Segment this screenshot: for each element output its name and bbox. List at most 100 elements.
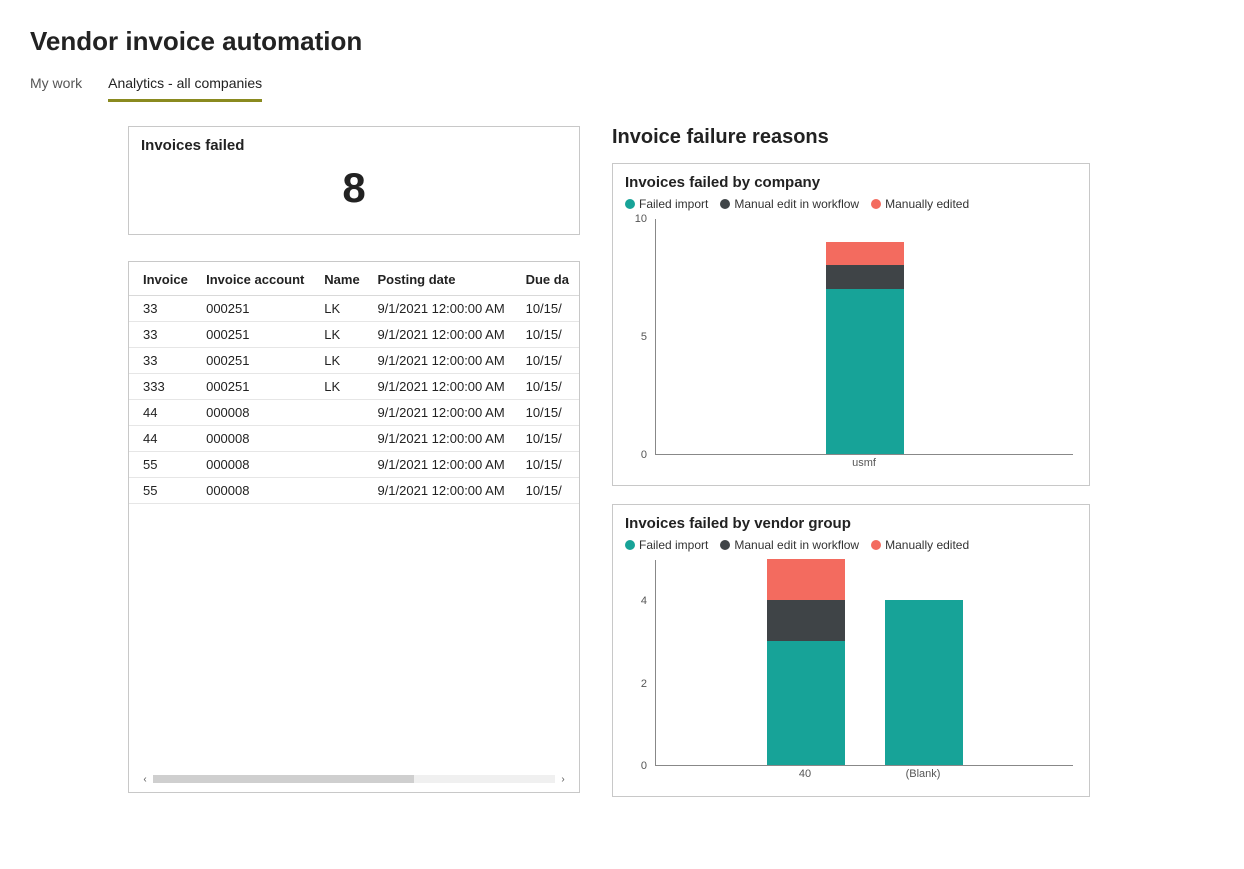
bar-segment[interactable] xyxy=(767,600,845,641)
table-row[interactable]: 44000008 9/1/2021 12:00:00 AM10/15/ xyxy=(129,400,579,426)
cell-invoice: 44 xyxy=(129,400,198,426)
legend-label: Manual edit in workflow xyxy=(734,197,859,211)
cell-due: 10/15/ xyxy=(518,452,579,478)
x-label: 40 xyxy=(766,768,844,786)
x-label: (Blank) xyxy=(884,768,962,786)
bar-stack[interactable] xyxy=(767,559,845,765)
table-row[interactable]: 55000008 9/1/2021 12:00:00 AM10/15/ xyxy=(129,478,579,504)
col-due-date[interactable]: Due da xyxy=(518,262,579,296)
table-horizontal-scrollbar[interactable]: ‹ › xyxy=(139,772,569,786)
chart-invoices-failed-by-company[interactable]: Invoices failed by company Failed import… xyxy=(612,163,1090,486)
legend-label: Manual edit in workflow xyxy=(734,538,859,552)
legend-manually-edited: Manually edited xyxy=(871,197,969,211)
chart-invoices-failed-by-vendor-group[interactable]: Invoices failed by vendor group Failed i… xyxy=(612,504,1090,797)
chart-plot-area: 0 5 10 usmf xyxy=(625,215,1077,475)
cell-due: 10/15/ xyxy=(518,478,579,504)
tab-bar: My work Analytics - all companies xyxy=(30,75,1214,102)
cell-invoice: 44 xyxy=(129,426,198,452)
bar-segment[interactable] xyxy=(826,289,904,454)
table-row[interactable]: 44000008 9/1/2021 12:00:00 AM10/15/ xyxy=(129,426,579,452)
cell-account: 000251 xyxy=(198,296,316,322)
table-row[interactable]: 550000089/1/2021 12:00:00 AM10/15/ xyxy=(129,452,579,478)
cell-posting: 9/1/2021 12:00:00 AM xyxy=(369,296,517,322)
cell-posting: 9/1/2021 12:00:00 AM xyxy=(369,374,517,400)
bar-stack[interactable] xyxy=(885,600,963,765)
cell-posting: 9/1/2021 12:00:00 AM xyxy=(369,426,517,452)
scroll-right-icon[interactable]: › xyxy=(557,774,569,785)
cell-invoice: 33 xyxy=(129,296,198,322)
failed-invoices-table[interactable]: Invoice Invoice account Name Posting dat… xyxy=(129,262,579,504)
y-tick: 2 xyxy=(641,678,647,690)
legend-label: Manually edited xyxy=(885,538,969,552)
cell-posting: 9/1/2021 12:00:00 AM xyxy=(369,452,517,478)
legend-manually-edited: Manually edited xyxy=(871,538,969,552)
scroll-left-icon[interactable]: ‹ xyxy=(139,774,151,785)
scroll-thumb[interactable] xyxy=(153,775,414,783)
y-tick: 0 xyxy=(641,449,647,461)
legend-label: Manually edited xyxy=(885,197,969,211)
cell-account: 000008 xyxy=(198,400,316,426)
cell-invoice: 55 xyxy=(129,478,198,504)
chart-plot-area: 0 2 4 40 (Blank) xyxy=(625,556,1077,786)
swatch-dark-icon xyxy=(720,540,730,550)
page-title: Vendor invoice automation xyxy=(30,26,1214,57)
cell-invoice: 333 xyxy=(129,374,198,400)
col-posting-date[interactable]: Posting date xyxy=(369,262,517,296)
swatch-dark-icon xyxy=(720,199,730,209)
cell-posting: 9/1/2021 12:00:00 AM xyxy=(369,478,517,504)
legend-manual-edit-workflow: Manual edit in workflow xyxy=(720,197,859,211)
cell-name: LK xyxy=(316,322,369,348)
col-invoice[interactable]: Invoice xyxy=(129,262,198,296)
col-invoice-account[interactable]: Invoice account xyxy=(198,262,316,296)
cell-posting: 9/1/2021 12:00:00 AM xyxy=(369,322,517,348)
x-label: usmf xyxy=(825,457,903,475)
table-row[interactable]: 333000251LK9/1/2021 12:00:00 AM10/15/ xyxy=(129,374,579,400)
cell-due: 10/15/ xyxy=(518,400,579,426)
y-tick: 0 xyxy=(641,760,647,772)
cell-account: 000251 xyxy=(198,348,316,374)
cell-account: 000008 xyxy=(198,426,316,452)
cell-due: 10/15/ xyxy=(518,426,579,452)
bar-segment[interactable] xyxy=(826,265,904,289)
section-invoice-failure-reasons: Invoice failure reasons xyxy=(612,126,1090,149)
y-tick: 4 xyxy=(641,595,647,607)
cell-due: 10/15/ xyxy=(518,374,579,400)
bar-stack[interactable] xyxy=(826,242,904,454)
swatch-coral-icon xyxy=(871,540,881,550)
scroll-track[interactable] xyxy=(153,775,555,783)
cell-account: 000008 xyxy=(198,452,316,478)
legend-manual-edit-workflow: Manual edit in workflow xyxy=(720,538,859,552)
kpi-invoices-failed[interactable]: Invoices failed 8 xyxy=(128,126,580,235)
swatch-teal-icon xyxy=(625,199,635,209)
kpi-title: Invoices failed xyxy=(129,127,579,158)
cell-account: 000008 xyxy=(198,478,316,504)
cell-posting: 9/1/2021 12:00:00 AM xyxy=(369,348,517,374)
legend-label: Failed import xyxy=(639,538,708,552)
y-tick: 10 xyxy=(635,213,647,225)
bar-segment[interactable] xyxy=(885,600,963,765)
kpi-value: 8 xyxy=(129,158,579,234)
bar-segment[interactable] xyxy=(826,242,904,266)
bar-segment[interactable] xyxy=(767,559,845,600)
swatch-teal-icon xyxy=(625,540,635,550)
cell-name: LK xyxy=(316,374,369,400)
table-row[interactable]: 33000251LK9/1/2021 12:00:00 AM10/15/ xyxy=(129,322,579,348)
table-row[interactable]: 33000251LK9/1/2021 12:00:00 AM10/15/ xyxy=(129,348,579,374)
col-name[interactable]: Name xyxy=(316,262,369,296)
tab-my-work[interactable]: My work xyxy=(30,75,82,102)
cell-name xyxy=(316,452,369,478)
legend-label: Failed import xyxy=(639,197,708,211)
bar-segment[interactable] xyxy=(767,641,845,765)
y-tick: 5 xyxy=(641,331,647,343)
cell-due: 10/15/ xyxy=(518,322,579,348)
cell-posting: 9/1/2021 12:00:00 AM xyxy=(369,400,517,426)
chart-title: Invoices failed by vendor group xyxy=(625,515,1077,532)
tab-analytics-all-companies[interactable]: Analytics - all companies xyxy=(108,75,262,102)
cell-due: 10/15/ xyxy=(518,348,579,374)
cell-account: 000251 xyxy=(198,322,316,348)
cell-name xyxy=(316,426,369,452)
cell-invoice: 33 xyxy=(129,322,198,348)
table-row[interactable]: 33000251LK9/1/2021 12:00:00 AM10/15/ xyxy=(129,296,579,322)
cell-name: LK xyxy=(316,296,369,322)
cell-name xyxy=(316,400,369,426)
